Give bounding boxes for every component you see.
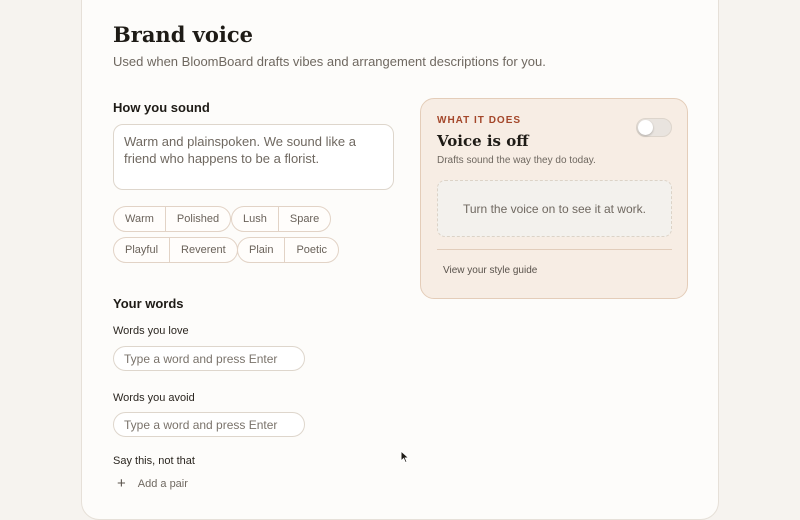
- panel-eyebrow: WHAT IT DOES: [437, 115, 522, 126]
- preview-text: Turn the voice on to see it at work.: [463, 201, 646, 216]
- page-subtitle: Used when BloomBoard drafts vibes and ar…: [113, 54, 546, 69]
- pointer-cursor-icon: [400, 450, 410, 464]
- voice-toggle[interactable]: [636, 118, 672, 137]
- plus-icon: +: [117, 475, 126, 492]
- panel-divider: [437, 249, 672, 250]
- how-you-sound-heading: How you sound: [113, 100, 210, 115]
- tone-toggle-warm-polished: Warm Polished: [113, 206, 232, 232]
- tone-option[interactable]: Lush: [232, 207, 278, 231]
- tone-option[interactable]: Reverent: [169, 238, 237, 262]
- say-this-not-that-label: Say this, not that: [113, 455, 195, 467]
- tone-option[interactable]: Warm: [114, 207, 165, 231]
- tone-option[interactable]: Polished: [164, 207, 230, 231]
- your-words-heading: Your words: [113, 296, 184, 311]
- tone-toggle-playful-reverent: Playful Reverent: [113, 237, 238, 263]
- voice-description-textarea[interactable]: Warm and plainspoken. We sound like a fr…: [113, 124, 394, 190]
- tone-toggle-lush-spare: Lush Spare: [231, 206, 332, 232]
- tone-toggle-plain-poetic: Plain Poetic: [237, 237, 340, 263]
- tone-option[interactable]: Playful: [114, 238, 169, 262]
- voice-preview-panel: WHAT IT DOES Voice is off Drafts sound t…: [420, 98, 688, 299]
- add-pair-label: Add a pair: [137, 478, 188, 490]
- words-avoid-label: Words you avoid: [113, 392, 195, 404]
- words-avoid-input[interactable]: [113, 412, 305, 437]
- view-style-guide-link[interactable]: View your style guide: [443, 265, 537, 276]
- panel-title: Voice is off: [437, 132, 529, 150]
- tone-option[interactable]: Poetic: [284, 238, 338, 262]
- tone-option[interactable]: Spare: [277, 207, 330, 231]
- words-love-input[interactable]: [113, 346, 305, 371]
- add-pair-button[interactable]: + Add a pair: [117, 475, 188, 492]
- voice-preview-box: Turn the voice on to see it at work.: [437, 180, 672, 237]
- page-title: Brand voice: [113, 22, 254, 47]
- panel-subtitle: Drafts sound the way they do today.: [437, 155, 596, 166]
- toggle-knob: [638, 120, 653, 135]
- tone-option[interactable]: Plain: [238, 238, 284, 262]
- words-love-label: Words you love: [113, 325, 189, 337]
